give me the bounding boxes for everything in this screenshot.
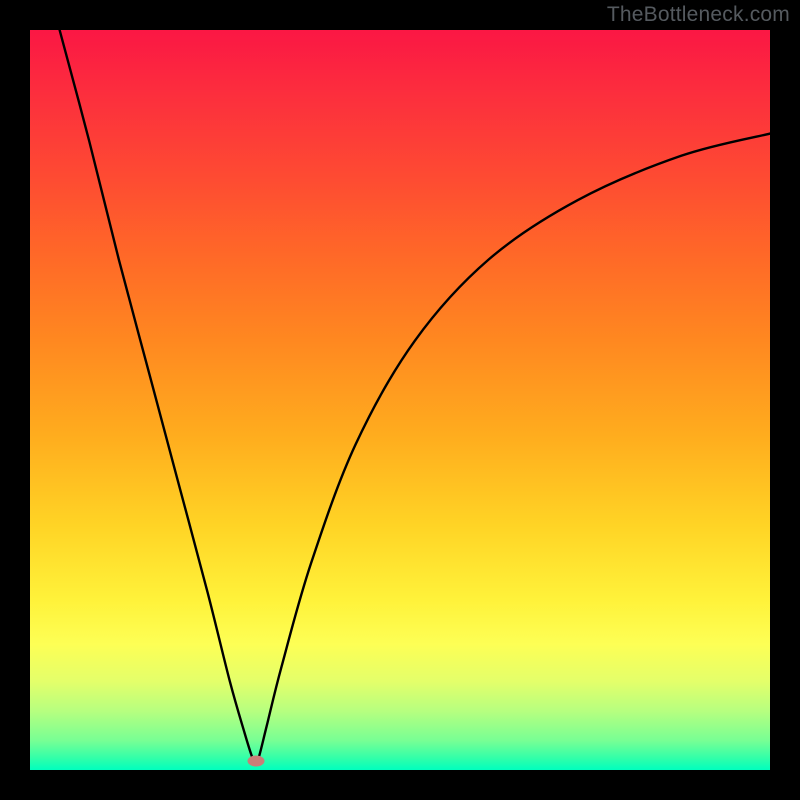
plot-area (30, 30, 770, 770)
curve-svg (30, 30, 770, 770)
chart-frame: TheBottleneck.com (0, 0, 800, 800)
watermark-text: TheBottleneck.com (607, 3, 790, 27)
bottleneck-curve (60, 30, 770, 764)
min-marker-dot (247, 756, 264, 767)
